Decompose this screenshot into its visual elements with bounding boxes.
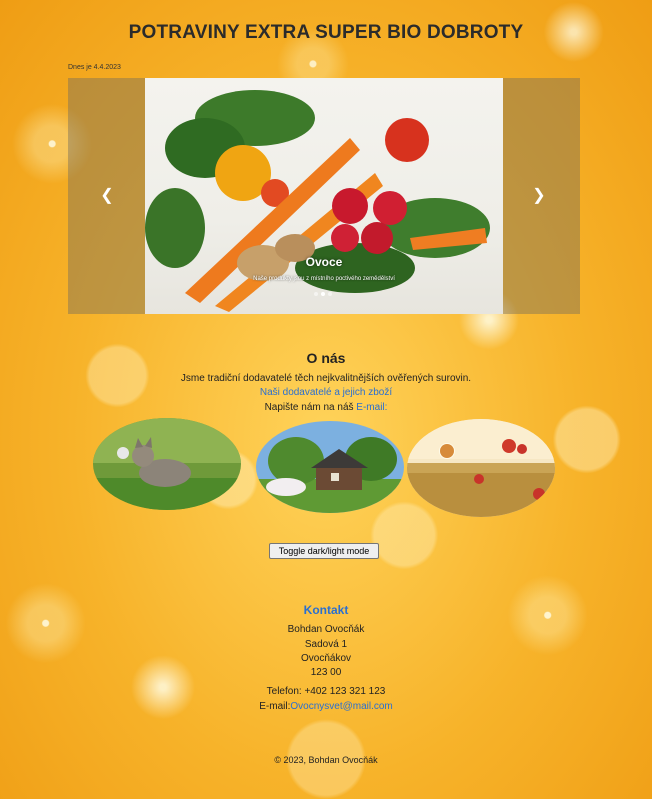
carousel-indicator[interactable] <box>328 292 332 296</box>
contact-zip: 123 00 <box>310 667 342 678</box>
contact-street: Sadová 1 <box>304 639 348 650</box>
suppliers-link[interactable]: Naši dodavatelé a jejich zboží <box>260 387 392 398</box>
chevron-left-icon: ❮ <box>100 187 114 204</box>
contact-heading: Kontakt <box>303 603 349 617</box>
theme-toggle-button[interactable]: Toggle dark/light mode <box>269 543 379 559</box>
carousel-indicators <box>314 292 332 296</box>
image-carousel[interactable]: ❮ ❯ Ovoce Naše produkty jsou z místního … <box>68 78 580 314</box>
poppy-field-image <box>407 419 555 517</box>
cottage-image <box>256 421 404 513</box>
contact-phone: Telefon: +402 123 321 123 <box>266 686 386 697</box>
contact-email-label: E-mail: <box>259 701 291 712</box>
cat-image <box>93 418 241 510</box>
contact-city: Ovocňákov <box>300 653 352 664</box>
email-prefix-text: Napište nám na náš <box>264 402 357 413</box>
contact-name: Bohdan Ovocňák <box>287 624 365 635</box>
image-gallery <box>93 418 555 518</box>
footer-copyright: © 2023, Bohdan Ovocňák <box>274 755 378 765</box>
carousel-indicator[interactable] <box>314 292 318 296</box>
chevron-right-icon: ❯ <box>532 187 546 204</box>
page-title: POTRAVINY EXTRA SUPER BIO DOBROTY <box>128 22 524 43</box>
carousel-prev-button[interactable]: ❮ <box>97 186 117 206</box>
contact-email-link[interactable]: Ovocnysvet@mail.com <box>290 701 392 712</box>
carousel-caption-text: Naše produkty jsou z místního poctivého … <box>253 276 395 282</box>
email-link[interactable]: E-mail: <box>356 402 387 413</box>
email-line: Napište nám na náš E-mail: <box>0 402 652 413</box>
about-text: Jsme tradiční dodavatelé těch nejkvalitn… <box>180 373 472 384</box>
carousel-next-button[interactable]: ❯ <box>529 186 549 206</box>
date-text: Dnes je 4.4.2023 <box>68 64 121 71</box>
carousel-caption-title: Ovoce <box>305 255 343 269</box>
about-heading: O nás <box>306 350 346 366</box>
carousel-indicator-active[interactable] <box>321 292 325 296</box>
contact-email-line: E-mail:Ovocnysvet@mail.com <box>0 701 652 712</box>
